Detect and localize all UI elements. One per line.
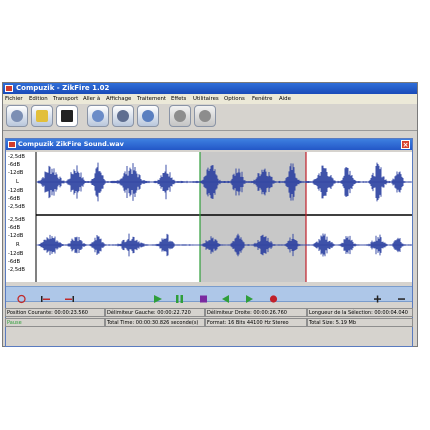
main-toolbar (3, 104, 417, 131)
pause-button[interactable] (174, 289, 185, 303)
save-button[interactable] (56, 105, 78, 127)
loop-button[interactable] (16, 289, 27, 304)
play-state: Pause (5, 318, 105, 327)
record-button[interactable] (268, 289, 279, 303)
zoom-in-button[interactable] (372, 289, 383, 303)
redo-button[interactable] (194, 105, 216, 127)
new-button[interactable] (6, 105, 28, 127)
app-titlebar[interactable]: Compuzik - ZikFire 1.02 (3, 83, 417, 94)
menu-fenetre[interactable]: Fenêtre (252, 94, 272, 104)
menu-affichage[interactable]: Affichage (106, 94, 131, 104)
to-end-icon (65, 296, 74, 302)
total-time: Total Time: 00:00:30.826 seconde(s) (105, 318, 205, 327)
close-button[interactable]: × (401, 140, 410, 149)
open-button[interactable] (31, 105, 53, 127)
pause-icon (176, 295, 183, 303)
app-title: Compuzik - ZikFire 1.02 (16, 84, 110, 92)
to-start-button[interactable] (40, 289, 51, 302)
zoom-icon (92, 110, 104, 122)
waveform-canvas[interactable] (6, 152, 412, 282)
selection-length: Longueur de la Sélection: 00:00:04.040 (307, 308, 413, 317)
paste-icon (142, 110, 154, 122)
menu-aide[interactable]: Aide (279, 94, 291, 104)
new-icon (11, 110, 23, 122)
rewind-icon (222, 295, 229, 303)
rewind-button[interactable] (220, 289, 231, 303)
zoom-button[interactable] (87, 105, 109, 127)
zoom-out-icon (398, 298, 405, 300)
paste-button[interactable] (137, 105, 159, 127)
loop-icon (17, 294, 26, 304)
redo-icon (199, 110, 211, 122)
status-bar: Position Courante: 00:00:23.560 Délimite… (5, 308, 413, 329)
record-icon (269, 295, 278, 303)
play-icon (154, 295, 162, 303)
document-icon (8, 141, 16, 148)
stop-icon (200, 295, 207, 303)
app-window: Compuzik - ZikFire 1.02 Fichier Edition … (2, 82, 418, 347)
open-icon (36, 110, 48, 122)
undo-button[interactable] (169, 105, 191, 127)
document-title: Compuzik ZikFire Sound.wav (18, 140, 124, 148)
menu-transport[interactable]: Transport (53, 94, 78, 104)
menu-effets[interactable]: Effets (171, 94, 186, 104)
forward-button[interactable] (244, 289, 255, 303)
zoom-in-icon (374, 295, 381, 303)
right-delimiter: Délimiteur Droite: 00:00:26.760 (205, 308, 307, 317)
transport-bar (6, 286, 412, 304)
zoom-out-button[interactable] (396, 289, 407, 300)
document-titlebar[interactable]: Compuzik ZikFire Sound.wav × (6, 139, 412, 150)
menu-utilitaires[interactable]: Utilitaires (193, 94, 219, 104)
menu-aller-a[interactable]: Aller à (83, 94, 100, 104)
cut-button[interactable] (112, 105, 134, 127)
menu-bar: Fichier Edition Transport Aller à Affich… (3, 94, 417, 104)
cut-icon (117, 110, 129, 122)
forward-icon (246, 295, 253, 303)
current-position: Position Courante: 00:00:23.560 (5, 308, 105, 317)
to-end-button[interactable] (64, 289, 75, 302)
menu-options[interactable]: Options (224, 94, 245, 104)
to-start-icon (41, 296, 50, 302)
undo-icon (174, 110, 186, 122)
audio-format: Format: 16 Bits 44100 Hz Stereo (205, 318, 307, 327)
save-icon (61, 110, 73, 122)
play-button[interactable] (152, 289, 163, 303)
waveform-view[interactable]: -2,5dB -6dB -12dB L -12dB -6dB -2,5dB -2… (6, 152, 412, 282)
app-icon (5, 85, 13, 92)
menu-fichier[interactable]: Fichier (5, 94, 23, 104)
left-delimiter: Délimiteur Gauche: 00:00:22.720 (105, 308, 205, 317)
total-size: Total Size: 5.19 Mb (307, 318, 413, 327)
stop-button[interactable] (198, 289, 209, 303)
menu-edition[interactable]: Edition (29, 94, 48, 104)
menu-traitement[interactable]: Traitement (137, 94, 166, 104)
